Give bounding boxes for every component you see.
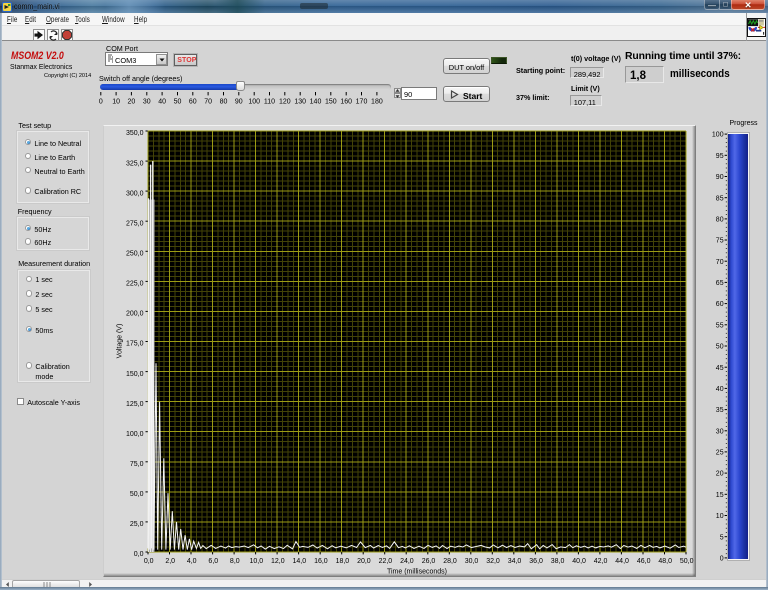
svg-text:15: 15 xyxy=(716,492,724,499)
svg-text:325,0: 325,0 xyxy=(125,160,143,167)
svg-text:6,0: 6,0 xyxy=(208,558,218,565)
svg-text:75,0: 75,0 xyxy=(129,461,143,468)
svg-text:95: 95 xyxy=(716,153,724,160)
svg-text:32,0: 32,0 xyxy=(486,558,500,565)
svg-text:5: 5 xyxy=(720,534,724,541)
svg-text:45: 45 xyxy=(716,365,724,372)
svg-text:20: 20 xyxy=(128,98,136,105)
svg-text:200,0: 200,0 xyxy=(125,311,143,318)
svg-text:16,0: 16,0 xyxy=(314,558,328,565)
svg-text:35: 35 xyxy=(716,407,724,414)
svg-text:30: 30 xyxy=(716,428,724,435)
svg-text:60: 60 xyxy=(716,301,724,308)
svg-text:100: 100 xyxy=(248,98,260,105)
svg-text:60: 60 xyxy=(189,98,197,105)
svg-text:25,0: 25,0 xyxy=(129,521,143,528)
svg-text:22,0: 22,0 xyxy=(378,558,392,565)
svg-text:130: 130 xyxy=(294,98,306,105)
svg-text:40: 40 xyxy=(716,386,724,393)
svg-text:175,0: 175,0 xyxy=(125,341,143,348)
svg-text:20: 20 xyxy=(716,471,724,478)
svg-text:4,0: 4,0 xyxy=(186,558,196,565)
svg-text:40: 40 xyxy=(158,98,166,105)
svg-text:12,0: 12,0 xyxy=(270,558,284,565)
svg-text:120: 120 xyxy=(279,98,291,105)
svg-text:40,0: 40,0 xyxy=(572,558,586,565)
svg-text:90: 90 xyxy=(235,98,243,105)
svg-text:28,0: 28,0 xyxy=(443,558,457,565)
svg-text:100: 100 xyxy=(712,132,724,139)
svg-text:100,0: 100,0 xyxy=(125,431,143,438)
svg-text:85: 85 xyxy=(716,195,724,202)
svg-text:75: 75 xyxy=(716,238,724,245)
svg-text:140: 140 xyxy=(310,98,322,105)
svg-text:125,0: 125,0 xyxy=(125,401,143,408)
svg-text:38,0: 38,0 xyxy=(550,558,564,565)
svg-text:25: 25 xyxy=(716,450,724,457)
svg-text:20,0: 20,0 xyxy=(357,558,371,565)
svg-text:350,0: 350,0 xyxy=(125,130,143,137)
svg-text:48,0: 48,0 xyxy=(658,558,672,565)
svg-text:44,0: 44,0 xyxy=(615,558,629,565)
svg-text:46,0: 46,0 xyxy=(636,558,650,565)
svg-text:50: 50 xyxy=(174,98,182,105)
svg-text:0: 0 xyxy=(99,98,103,105)
svg-text:26,0: 26,0 xyxy=(421,558,435,565)
svg-text:10,0: 10,0 xyxy=(249,558,263,565)
svg-text:65: 65 xyxy=(716,280,724,287)
svg-text:30: 30 xyxy=(143,98,151,105)
svg-text:0: 0 xyxy=(720,556,724,563)
svg-text:55: 55 xyxy=(716,322,724,329)
svg-text:8,0: 8,0 xyxy=(229,558,239,565)
svg-text:180: 180 xyxy=(371,98,383,105)
svg-text:300,0: 300,0 xyxy=(125,190,143,197)
svg-text:250,0: 250,0 xyxy=(125,251,143,258)
svg-text:14,0: 14,0 xyxy=(292,558,306,565)
svg-text:36,0: 36,0 xyxy=(529,558,543,565)
svg-text:0,0: 0,0 xyxy=(143,558,153,565)
svg-text:Voltage (V): Voltage (V) xyxy=(116,324,123,359)
svg-text:275,0: 275,0 xyxy=(125,220,143,227)
svg-text:80: 80 xyxy=(716,217,724,224)
svg-text:150,0: 150,0 xyxy=(125,371,143,378)
svg-text:50,0: 50,0 xyxy=(129,491,143,498)
svg-text:42,0: 42,0 xyxy=(593,558,607,565)
svg-text:80: 80 xyxy=(220,98,228,105)
svg-text:24,0: 24,0 xyxy=(400,558,414,565)
svg-text:10: 10 xyxy=(112,98,120,105)
svg-text:0,0: 0,0 xyxy=(133,551,143,558)
svg-text:34,0: 34,0 xyxy=(507,558,521,565)
svg-text:2,0: 2,0 xyxy=(165,558,175,565)
svg-text:170: 170 xyxy=(356,98,368,105)
svg-text:70: 70 xyxy=(204,98,212,105)
svg-text:160: 160 xyxy=(340,98,352,105)
svg-text:225,0: 225,0 xyxy=(125,281,143,288)
svg-text:30,0: 30,0 xyxy=(464,558,478,565)
svg-text:10: 10 xyxy=(716,513,724,520)
svg-text:18,0: 18,0 xyxy=(335,558,349,565)
svg-text:50: 50 xyxy=(716,344,724,351)
svg-text:150: 150 xyxy=(325,98,337,105)
svg-text:70: 70 xyxy=(716,259,724,266)
svg-text:90: 90 xyxy=(716,174,724,181)
svg-text:110: 110 xyxy=(264,98,275,105)
